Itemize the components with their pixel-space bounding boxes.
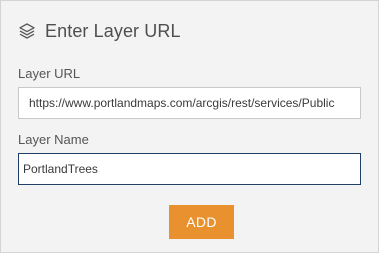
enter-layer-url-panel: Enter Layer URL Layer URL Layer Name ADD	[0, 0, 379, 253]
layers-icon	[18, 22, 36, 40]
add-button[interactable]: ADD	[169, 205, 234, 239]
layer-url-label: Layer URL	[18, 66, 81, 81]
layer-name-label: Layer Name	[18, 132, 89, 147]
panel-header: Enter Layer URL	[18, 18, 181, 44]
panel-title: Enter Layer URL	[45, 20, 181, 41]
layer-name-input[interactable]	[18, 153, 361, 185]
layer-url-input[interactable]	[18, 87, 361, 119]
